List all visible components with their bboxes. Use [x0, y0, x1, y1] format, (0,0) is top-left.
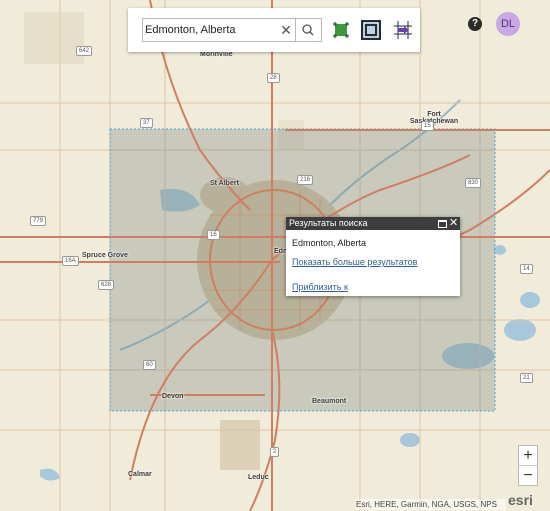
place-label: Calmar	[128, 471, 152, 478]
place-label: Spruce Grove	[82, 252, 128, 259]
measure-button[interactable]	[392, 19, 414, 41]
place-label: St Albert	[210, 180, 239, 187]
highway-shield: 2	[270, 447, 280, 457]
attribution: Esri, HERE, Garmin, NGA, USGS, NPS	[356, 499, 506, 510]
highway-shield: 37	[140, 118, 153, 128]
highway-shield: 16A	[62, 256, 79, 266]
zoom-in-button[interactable]: +	[519, 446, 537, 466]
map-view[interactable]: Morinville Fort Saskatchewan St Albert S…	[0, 0, 550, 511]
green-square-select-icon	[333, 22, 349, 38]
popup-header: Результаты поиска ✕	[286, 217, 460, 230]
highway-shield: 15	[421, 121, 434, 131]
toolbar: ✕	[128, 8, 420, 52]
highway-shield: 14	[520, 264, 533, 274]
measure-arrow-icon	[394, 21, 412, 39]
highway-shield: 60	[143, 360, 156, 370]
search-box: ✕	[142, 18, 322, 42]
search-results-popup: Результаты поиска ✕ Edmonton, Alberta По…	[286, 217, 460, 296]
highway-shield: 21	[520, 373, 533, 383]
help-button[interactable]: ?	[468, 17, 482, 31]
highway-shield: 16	[207, 230, 220, 240]
result-name: Edmonton, Alberta	[292, 238, 367, 248]
user-avatar[interactable]: DL	[496, 12, 520, 36]
highway-shield: 642	[76, 46, 93, 56]
popup-title: Результаты поиска	[289, 218, 368, 228]
search-input[interactable]	[145, 19, 275, 41]
place-label: Fort Saskatchewan	[409, 111, 459, 125]
highway-shield: 830	[465, 178, 482, 188]
close-popup-button[interactable]: ✕	[449, 217, 459, 230]
close-icon: ✕	[449, 217, 459, 229]
extent-frame-icon	[361, 20, 381, 40]
extent-button[interactable]	[360, 19, 382, 41]
esri-logo: esri	[508, 492, 533, 508]
highway-shield: 28	[267, 73, 280, 83]
zoom-control: + −	[518, 445, 538, 486]
highway-shield: 779	[30, 216, 47, 226]
close-icon: ✕	[280, 22, 292, 38]
zoom-to-link[interactable]: Приблизить к	[292, 282, 348, 292]
zoom-out-button[interactable]: −	[519, 466, 537, 485]
highway-shield: 628	[98, 280, 115, 290]
select-features-button[interactable]	[330, 19, 352, 41]
place-label: Leduc	[248, 474, 269, 481]
magnifier-icon	[302, 24, 314, 36]
place-label: Morinville	[200, 51, 233, 58]
place-label: Devon	[162, 393, 184, 400]
place-label: Beaumont	[312, 398, 347, 405]
search-button[interactable]	[295, 19, 321, 41]
clear-search-button[interactable]: ✕	[279, 19, 293, 41]
maximize-icon[interactable]	[438, 220, 447, 228]
highway-shield: 216	[297, 175, 314, 185]
more-results-link[interactable]: Показать больше результатов	[292, 257, 417, 267]
